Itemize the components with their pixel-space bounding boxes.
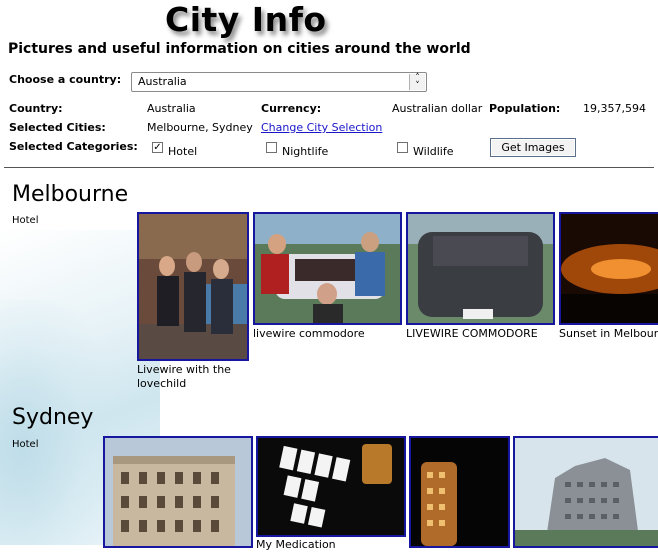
city-heading-melbourne: Melbourne: [12, 182, 129, 207]
category-checkbox-wildlife[interactable]: [397, 142, 408, 153]
country-select-value: Australia: [138, 75, 187, 88]
category-label: Hotel: [12, 439, 39, 450]
category-label-wildlife: Wildlife: [413, 145, 454, 158]
photo-caption: Sunset in Melbourne: [559, 327, 658, 340]
photo-thumbnail[interactable]: [406, 212, 555, 325]
divider: [4, 167, 654, 168]
photo-image: [408, 214, 553, 323]
photo-image: [411, 438, 508, 546]
photo-thumbnail[interactable]: [256, 436, 406, 537]
get-images-button[interactable]: Get Images: [490, 138, 576, 157]
photo-thumbnail[interactable]: [513, 436, 658, 548]
photo-caption: livewire commodore: [253, 327, 365, 340]
population-value: 19,357,594: [583, 102, 646, 115]
photo-image: [515, 438, 658, 546]
selected-categories-label: Selected Categories:: [9, 140, 138, 153]
category-label-hotel: Hotel: [168, 145, 198, 158]
country-value: Australia: [147, 102, 196, 115]
photo-image: [561, 214, 658, 323]
category-checkbox-nightlife[interactable]: [266, 142, 277, 153]
photo-caption: Livewire with the lovechild: [137, 363, 231, 390]
photo-image: [258, 438, 404, 535]
photo-thumbnail[interactable]: [559, 212, 658, 325]
photo-image: [255, 214, 400, 323]
category-checkbox-hotel[interactable]: ✓: [152, 142, 163, 153]
currency-label: Currency:: [261, 102, 322, 115]
checkmark-icon: ✓: [153, 142, 162, 153]
country-select[interactable]: Australia ˄ ˅: [131, 72, 427, 92]
photo-image: [105, 438, 251, 546]
photo-thumbnail[interactable]: [137, 212, 249, 361]
photo-thumbnail[interactable]: [103, 436, 253, 548]
change-city-link[interactable]: Change City Selection: [261, 121, 382, 134]
selected-cities-value: Melbourne, Sydney: [147, 121, 253, 134]
app-title: City Info: [165, 0, 327, 39]
photo-thumbnail[interactable]: [409, 436, 510, 548]
category-label-nightlife: Nightlife: [282, 145, 329, 158]
category-label: Hotel: [12, 215, 39, 226]
photo-image: [139, 214, 247, 359]
selected-cities-label: Selected Cities:: [9, 121, 106, 134]
choose-country-label: Choose a country:: [9, 73, 122, 86]
photo-thumbnail[interactable]: [253, 212, 402, 325]
city-heading-sydney: Sydney: [12, 405, 94, 430]
population-label: Population:: [489, 102, 561, 115]
currency-value: Australian dollar: [392, 102, 483, 115]
photo-caption: LIVEWIRE COMMODORE: [406, 327, 538, 340]
spinner-arrows-icon[interactable]: ˄ ˅: [409, 74, 425, 91]
country-label: Country:: [9, 102, 63, 115]
page-subtitle: Pictures and useful information on citie…: [8, 41, 471, 57]
photo-caption: My Medication: [256, 538, 336, 551]
